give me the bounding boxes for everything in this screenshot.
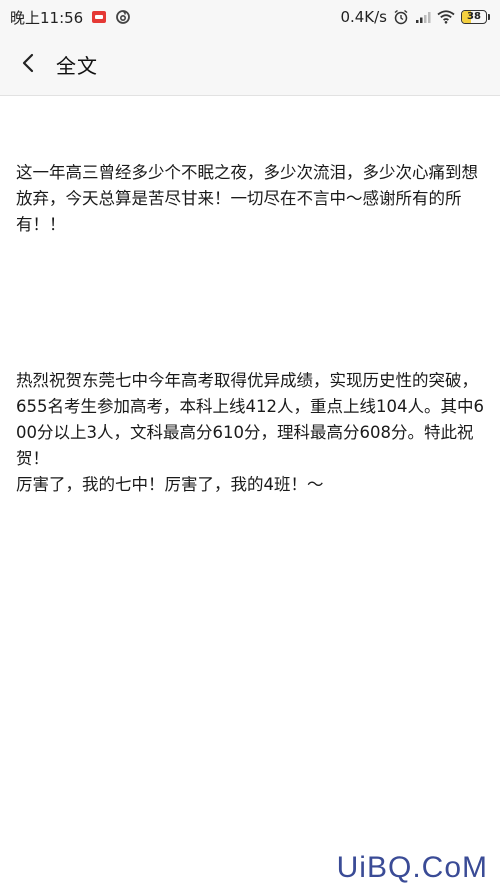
netease-music-icon [115, 9, 131, 25]
back-button[interactable] [6, 42, 52, 88]
battery-level: 38 [467, 11, 481, 22]
article-paragraph: 这一年高三曾经多少个不眠之夜，多少次流泪，多少次心痛到想放弃，今天总算是苦尽甘来… [16, 163, 478, 234]
signal-icon [415, 10, 431, 24]
app-notification-icon [91, 10, 107, 24]
chevron-left-icon [18, 52, 40, 78]
article-paragraph: 热烈祝贺东莞七中今年高考取得优异成绩，实现历史性的突破，655名考生参加高考，本… [16, 371, 484, 494]
alarm-icon [393, 9, 409, 25]
site-watermark: UiBQ.CoM [336, 851, 488, 884]
wifi-icon [437, 10, 455, 24]
app-header: 全文 [0, 34, 500, 96]
battery-icon: 38 [461, 10, 490, 24]
status-bar: 晚上11:56 0.4K/s 38 [0, 0, 500, 34]
network-speed: 0.4K/s [340, 8, 387, 26]
page-title: 全文 [56, 54, 98, 78]
article-body: 这一年高三曾经多少个不眠之夜，多少次流泪，多少次心痛到想放弃，今天总算是苦尽甘来… [16, 108, 486, 524]
status-time: 晚上11:56 [10, 8, 84, 27]
